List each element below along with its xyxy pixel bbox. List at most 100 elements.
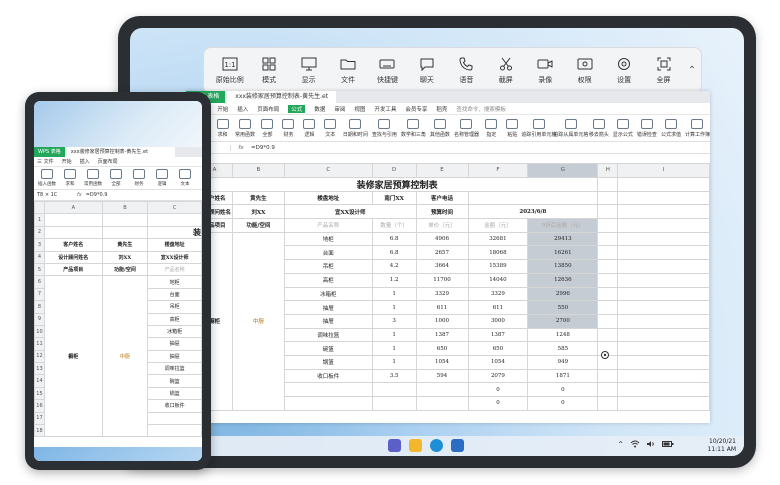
cell[interactable]: 高柜 bbox=[283, 272, 373, 288]
cell[interactable]: 预算时间 bbox=[415, 204, 469, 220]
ribbon-button[interactable]: 查找与引用 bbox=[372, 118, 397, 138]
cell[interactable]: 设计顾问姓名 bbox=[43, 250, 103, 264]
cell[interactable]: 抽屉 bbox=[147, 349, 202, 364]
menu-item[interactable]: 数据 bbox=[314, 105, 325, 113]
cell[interactable]: 1 bbox=[371, 327, 417, 343]
cell[interactable]: 11700 bbox=[415, 272, 469, 288]
cell[interactable]: 594 bbox=[415, 368, 469, 384]
row-header[interactable]: 2 bbox=[34, 225, 45, 240]
cell[interactable]: 收口板件 bbox=[283, 368, 373, 384]
ribbon-button[interactable]: 移去箭头 bbox=[589, 118, 609, 138]
ribbon-button[interactable]: 粘贴 bbox=[504, 118, 521, 138]
cell[interactable] bbox=[617, 354, 710, 370]
row-header[interactable]: 11 bbox=[34, 337, 45, 351]
cell[interactable]: 29413 bbox=[527, 231, 599, 247]
phone-ribbon-button[interactable]: 财务 bbox=[129, 169, 149, 187]
row-header[interactable]: 7 bbox=[34, 287, 45, 302]
ribbon-button[interactable]: 追踪从属单元格 bbox=[553, 118, 588, 138]
cell[interactable]: 949 bbox=[527, 354, 599, 370]
cell[interactable]: 2079 bbox=[467, 368, 529, 384]
cell[interactable] bbox=[617, 300, 710, 315]
column-title[interactable]: 9折后金额（元） bbox=[527, 218, 599, 233]
toolbar-button-fullscreen[interactable]: 全屏 bbox=[644, 49, 683, 93]
cell[interactable] bbox=[617, 341, 710, 356]
cell[interactable] bbox=[617, 327, 710, 343]
cell[interactable]: 功能/空间 bbox=[101, 262, 149, 277]
ribbon-button[interactable]: 错误检查 bbox=[637, 118, 657, 138]
cell[interactable]: 黄先生 bbox=[101, 238, 149, 252]
cell[interactable] bbox=[597, 190, 619, 206]
cell[interactable]: 冰箱柜 bbox=[283, 286, 373, 302]
group-cell[interactable]: 中厨 bbox=[231, 231, 285, 411]
cell[interactable]: 台面 bbox=[283, 245, 373, 261]
phone-wps-app-tab[interactable]: WPS 表格 bbox=[34, 147, 65, 157]
cell[interactable] bbox=[597, 327, 619, 343]
cell[interactable] bbox=[617, 396, 710, 411]
cell[interactable] bbox=[617, 190, 710, 206]
cell[interactable]: 611 bbox=[415, 300, 469, 315]
cell[interactable]: 地柜 bbox=[283, 231, 373, 247]
cell[interactable]: 刘XX bbox=[231, 204, 285, 220]
cell[interactable] bbox=[147, 411, 202, 426]
cell[interactable]: 3.5 bbox=[371, 368, 417, 384]
store-icon[interactable] bbox=[451, 439, 464, 452]
cell[interactable] bbox=[467, 190, 599, 206]
cell[interactable] bbox=[597, 204, 619, 220]
phone-ribbon-button[interactable]: 求和 bbox=[60, 169, 80, 187]
cell[interactable] bbox=[101, 225, 149, 240]
cell[interactable]: 3329 bbox=[467, 286, 529, 302]
cell[interactable] bbox=[617, 259, 710, 274]
menu-item[interactable]: 审阅 bbox=[334, 105, 345, 113]
cell[interactable] bbox=[617, 368, 710, 384]
menu-item[interactable]: 插入 bbox=[237, 105, 248, 113]
chevron-up-icon[interactable]: ⌃ bbox=[683, 49, 701, 93]
row-header[interactable]: 14 bbox=[34, 374, 45, 388]
cell[interactable]: 楼盘地址 bbox=[147, 238, 202, 252]
cell[interactable]: 0 bbox=[527, 396, 599, 411]
row-header[interactable]: 5 bbox=[34, 262, 45, 277]
menu-item[interactable]: 开发工具 bbox=[374, 105, 396, 113]
cell[interactable] bbox=[371, 396, 417, 411]
cell[interactable]: 1054 bbox=[415, 354, 469, 370]
toolbar-button-display[interactable]: 显示 bbox=[289, 49, 328, 93]
chevron-up-icon[interactable]: ⌃ bbox=[617, 440, 624, 450]
cell[interactable]: 3000 bbox=[467, 313, 529, 329]
cell[interactable]: 调味拉篮 bbox=[147, 362, 202, 376]
cell[interactable]: 18068 bbox=[467, 245, 529, 261]
ribbon-button[interactable]: 财务 bbox=[280, 118, 297, 138]
cell[interactable]: 客户姓名 bbox=[43, 238, 103, 252]
toolbar-button-keyboard[interactable]: 快捷键 bbox=[368, 49, 407, 93]
ribbon-button[interactable]: 逻辑 bbox=[301, 118, 318, 138]
menu-item[interactable]: 公式 bbox=[288, 104, 306, 113]
search-input[interactable]: 查找命令、搜索模板 bbox=[456, 105, 506, 113]
phone-ribbon-button[interactable]: 逻辑 bbox=[152, 169, 172, 187]
ribbon-button[interactable]: 指定 bbox=[483, 118, 500, 138]
column-header[interactable]: C bbox=[283, 163, 373, 178]
cell[interactable]: 611 bbox=[467, 300, 529, 315]
cell[interactable]: 4906 bbox=[415, 231, 469, 247]
cell[interactable]: 黄先生 bbox=[231, 190, 285, 206]
cell[interactable]: 3329 bbox=[415, 286, 469, 302]
phone-cell-reference[interactable]: T8 × 1C bbox=[34, 192, 73, 198]
phone-ribbon-button[interactable]: 文本 bbox=[175, 169, 195, 187]
cell[interactable]: 650 bbox=[467, 341, 529, 356]
group-cell[interactable]: 橱柜 bbox=[43, 275, 103, 438]
clock[interactable]: 10/20/21 11:11 AM bbox=[708, 438, 736, 453]
cell[interactable]: 1054 bbox=[467, 354, 529, 370]
column-header[interactable]: A bbox=[43, 200, 103, 215]
column-header[interactable] bbox=[34, 200, 45, 215]
cell[interactable]: 刘XX bbox=[101, 250, 149, 264]
cell[interactable]: 4.2 bbox=[371, 259, 417, 274]
cell[interactable]: 锅篮 bbox=[283, 354, 373, 370]
ribbon-button[interactable]: 其他函数 bbox=[430, 118, 450, 138]
volume-icon[interactable] bbox=[646, 440, 656, 450]
cell[interactable]: 楼盘地址 bbox=[283, 190, 373, 206]
cell[interactable]: 收口板件 bbox=[147, 399, 202, 413]
cell[interactable]: 产品项目 bbox=[43, 262, 103, 277]
cell[interactable]: 1 bbox=[371, 354, 417, 370]
cell[interactable]: 0 bbox=[467, 382, 529, 397]
cell[interactable]: 冰箱柜 bbox=[147, 324, 202, 339]
toolbar-button-aspect-ratio[interactable]: 1:1 原始比例 bbox=[210, 49, 249, 93]
toolbar-button-gear[interactable]: 设置 bbox=[604, 49, 643, 93]
row-header[interactable]: 18 bbox=[34, 424, 45, 438]
